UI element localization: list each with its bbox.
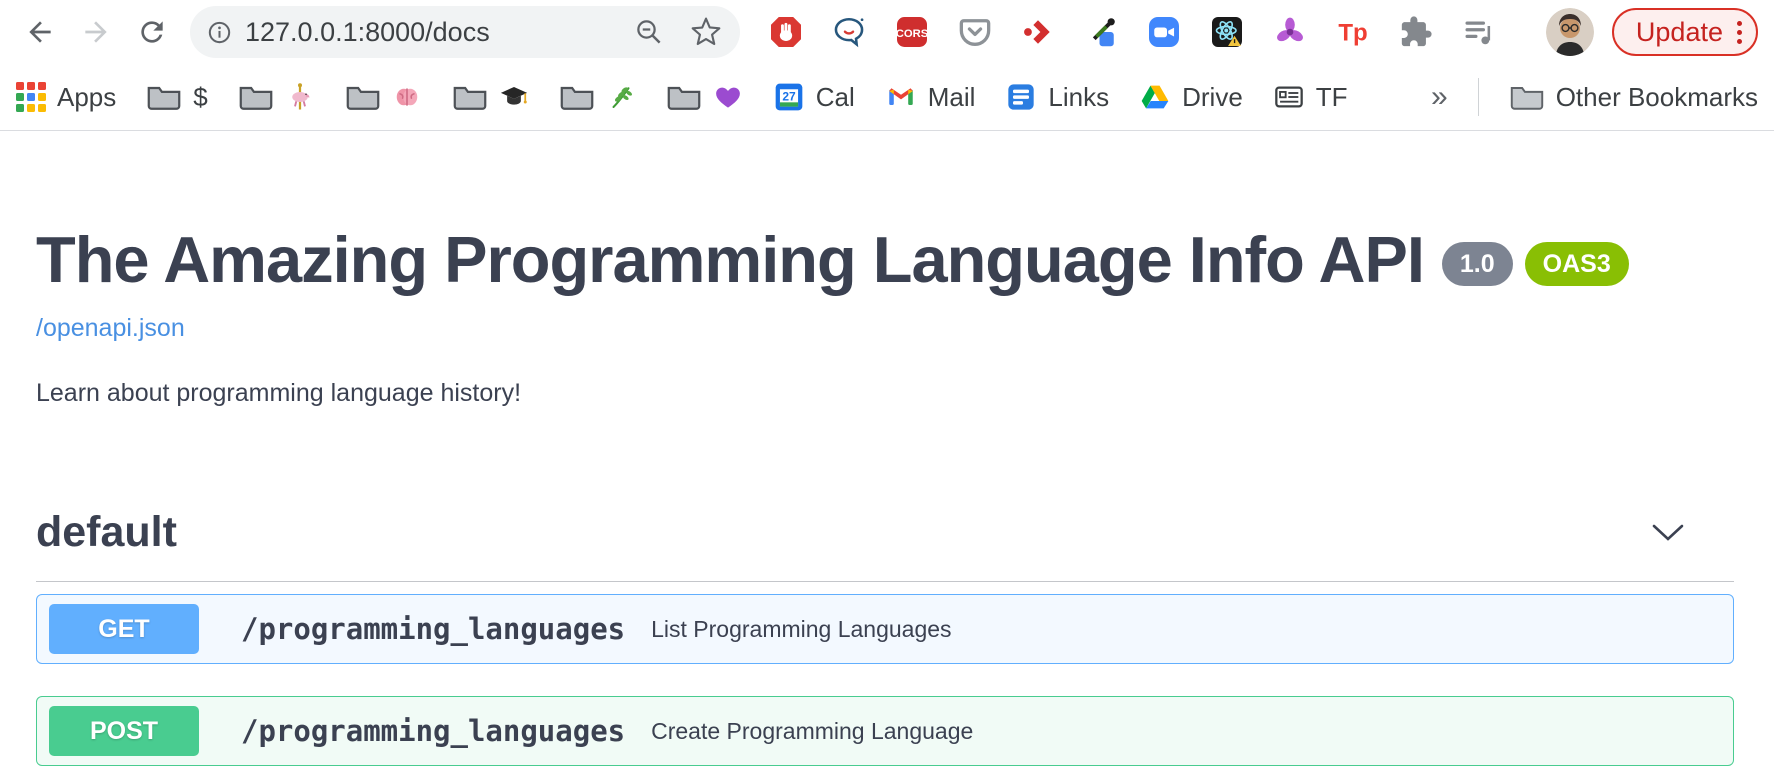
red-pointer-extension-icon[interactable] [1020, 14, 1056, 50]
endpoint-row-post[interactable]: POST /programming_languages Create Progr… [36, 696, 1734, 766]
other-bookmarks-label: Other Bookmarks [1556, 82, 1758, 113]
bookmark-mail[interactable]: Mail [885, 81, 976, 113]
purple-heart-icon [713, 82, 743, 112]
blue-doc-icon [1005, 81, 1037, 113]
gmail-icon [885, 81, 917, 113]
bookmark-label: $ [193, 82, 207, 113]
svg-text:27: 27 [782, 90, 796, 104]
endpoint-summary: Create Programming Language [651, 718, 973, 745]
reload-button[interactable] [124, 4, 180, 60]
method-badge-get: GET [49, 604, 199, 654]
google-drive-icon [1139, 81, 1171, 113]
bookmark-tf[interactable]: TF [1273, 81, 1348, 113]
bookmark-star-icon[interactable] [690, 16, 722, 48]
bookmark-folder-dollar[interactable]: $ [146, 82, 207, 113]
tp-extension-icon[interactable]: Tp [1335, 14, 1371, 50]
zoom-camera-extension-icon[interactable] [1146, 14, 1182, 50]
section-divider [36, 581, 1734, 582]
api-title: The Amazing Programming Language Info AP… [36, 226, 1424, 294]
react-devtools-extension-icon[interactable] [1209, 14, 1245, 50]
herb-icon [606, 82, 636, 112]
svg-text:Tp: Tp [1338, 19, 1367, 46]
bookmark-label: TF [1316, 82, 1348, 113]
reload-icon [136, 16, 168, 48]
other-bookmarks[interactable]: Other Bookmarks [1509, 82, 1758, 113]
back-arrow-icon [24, 16, 56, 48]
forward-arrow-icon [80, 16, 112, 48]
api-title-row: The Amazing Programming Language Info AP… [36, 226, 1734, 294]
page-info-icon[interactable] [206, 19, 233, 46]
openapi-spec-link[interactable]: /openapi.json [36, 314, 185, 343]
google-calendar-icon: 27 [773, 81, 805, 113]
svg-text:CORS: CORS [896, 28, 929, 40]
bookmark-links[interactable]: Links [1005, 81, 1109, 113]
bookmarks-overflow-chevron[interactable]: » [1431, 80, 1448, 114]
bookmark-drive[interactable]: Drive [1139, 81, 1243, 113]
endpoint-row-get[interactable]: GET /programming_languages List Programm… [36, 594, 1734, 664]
card-form-icon [1273, 81, 1305, 113]
pocket-extension-icon[interactable] [957, 14, 993, 50]
tag-section-title: default [36, 508, 177, 557]
api-description: Learn about programming language history… [36, 379, 1734, 408]
graduation-cap-icon [499, 82, 529, 112]
chevron-down-icon[interactable] [1650, 523, 1686, 543]
bookmarks-divider [1478, 78, 1479, 116]
brain-icon [392, 82, 422, 112]
apps-grid-icon [16, 82, 46, 112]
bookmark-apps[interactable]: Apps [16, 82, 116, 113]
profile-avatar[interactable] [1546, 8, 1594, 56]
folder-icon [666, 82, 702, 112]
method-badge-post: POST [49, 706, 199, 756]
zoom-indicator-icon[interactable] [634, 17, 664, 47]
update-label: Update [1636, 17, 1723, 48]
bookmark-folder-carousel[interactable] [238, 82, 315, 112]
bookmarks-bar: Apps $ [0, 64, 1774, 131]
folder-icon [146, 82, 182, 112]
extensions-row: CORS [768, 14, 1497, 50]
bookmark-folder-brain[interactable] [345, 82, 422, 112]
tag-section-header[interactable]: default [36, 508, 1734, 557]
forward-button[interactable] [68, 4, 124, 60]
version-badge: 1.0 [1442, 242, 1513, 286]
folder-icon [559, 82, 595, 112]
purple-pinwheel-extension-icon[interactable] [1272, 14, 1308, 50]
folder-icon [238, 82, 274, 112]
address-bar[interactable]: 127.0.0.1:8000/docs [190, 6, 740, 58]
update-button[interactable]: Update [1612, 8, 1758, 56]
folder-icon [452, 82, 488, 112]
music-playlist-icon[interactable] [1461, 14, 1497, 50]
bookmark-label: Mail [928, 82, 976, 113]
cors-extension-icon[interactable]: CORS [894, 14, 930, 50]
bookmark-label: Links [1048, 82, 1109, 113]
browser-toolbar: 127.0.0.1:8000/docs [0, 0, 1774, 64]
endpoint-path: /programming_languages [241, 714, 625, 748]
bookmark-folder-heart[interactable] [666, 82, 743, 112]
carousel-horse-icon [285, 82, 315, 112]
chat-bubble-extension-icon[interactable] [831, 14, 867, 50]
bookmark-calendar[interactable]: 27 Cal [773, 81, 855, 113]
swagger-docs-page: The Amazing Programming Language Info AP… [0, 226, 1774, 766]
puzzle-extensions-icon[interactable] [1398, 14, 1434, 50]
endpoint-summary: List Programming Languages [651, 616, 951, 643]
folder-icon [345, 82, 381, 112]
bookmark-folder-herb[interactable] [559, 82, 636, 112]
folder-icon [1509, 82, 1545, 112]
url-text[interactable]: 127.0.0.1:8000/docs [245, 17, 490, 48]
bookmark-label: Cal [816, 82, 855, 113]
bookmark-label: Apps [57, 82, 116, 113]
bookmark-folder-graduation[interactable] [452, 82, 529, 112]
color-picker-extension-icon[interactable] [1083, 14, 1119, 50]
browser-menu-kebab-icon[interactable] [1737, 21, 1742, 44]
back-button[interactable] [12, 4, 68, 60]
endpoint-path: /programming_languages [241, 612, 625, 646]
bookmark-label: Drive [1182, 82, 1243, 113]
oas3-badge: OAS3 [1525, 242, 1629, 286]
api-badges: 1.0 OAS3 [1442, 242, 1629, 286]
stop-hand-extension-icon[interactable] [768, 14, 804, 50]
